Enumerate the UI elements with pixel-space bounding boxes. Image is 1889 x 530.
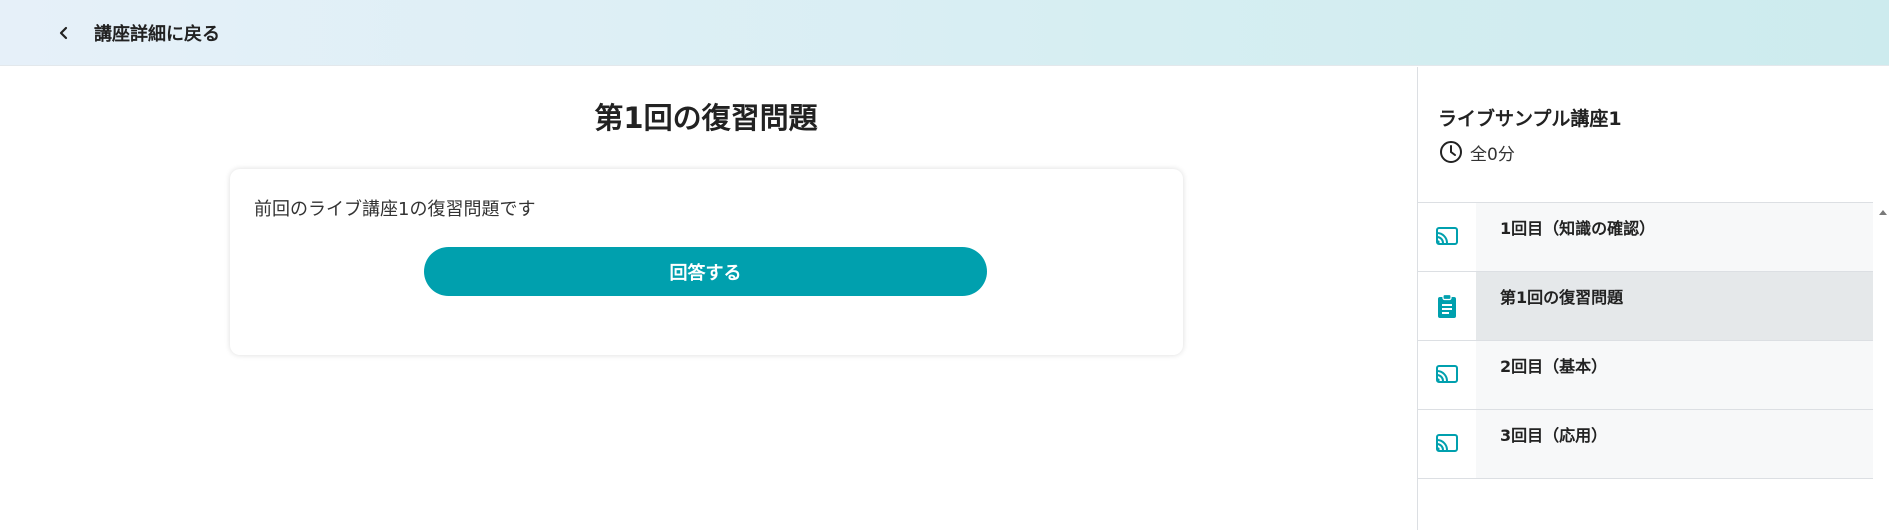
lesson-item-4[interactable]: 3回目（応用） [1418,410,1873,479]
chevron-left-icon [52,21,76,45]
lesson-label: 1回目（知識の確認） [1500,219,1656,238]
back-link-label: 講座詳細に戻る [94,24,220,45]
lesson-label: 第1回の復習問題 [1500,288,1624,307]
page-title: 第1回の復習問題 [594,101,818,135]
quiz-description: 前回のライブ講座1の復習問題です [254,199,536,220]
cast-icon [1436,434,1458,452]
lesson-item-1[interactable]: 1回目（知識の確認） [1418,203,1873,272]
course-sidebar: ライブサンプル講座1 全0分 1回目（知識の確認） 第1回の復習問題 2回目（基… [1417,67,1889,530]
lesson-list: 1回目（知識の確認） 第1回の復習問題 2回目（基本） 3回目（応用） [1418,202,1873,479]
back-to-course-link[interactable]: 講座詳細に戻る [52,0,220,66]
answer-button[interactable]: 回答する [424,247,987,296]
lesson-item-2[interactable]: 第1回の復習問題 [1418,272,1873,341]
lesson-label: 2回目（基本） [1500,357,1608,376]
duration-label: 全0分 [1470,144,1515,165]
quiz-card: 前回のライブ講座1の復習問題です 回答する [230,169,1183,355]
main-content: 第1回の復習問題 前回のライブ講座1の復習問題です 回答する [0,67,1417,530]
course-title: ライブサンプル講座1 [1438,108,1622,130]
clipboard-icon [1438,293,1456,318]
lesson-item-3[interactable]: 2回目（基本） [1418,341,1873,410]
cast-icon [1436,365,1458,383]
clock-icon [1440,141,1462,163]
course-duration: 全0分 [1438,139,1515,165]
scroll-up-arrow-icon[interactable] [1878,207,1888,217]
cast-icon [1436,227,1458,245]
top-bar: 講座詳細に戻る [0,0,1889,66]
lesson-label: 3回目（応用） [1500,426,1608,445]
